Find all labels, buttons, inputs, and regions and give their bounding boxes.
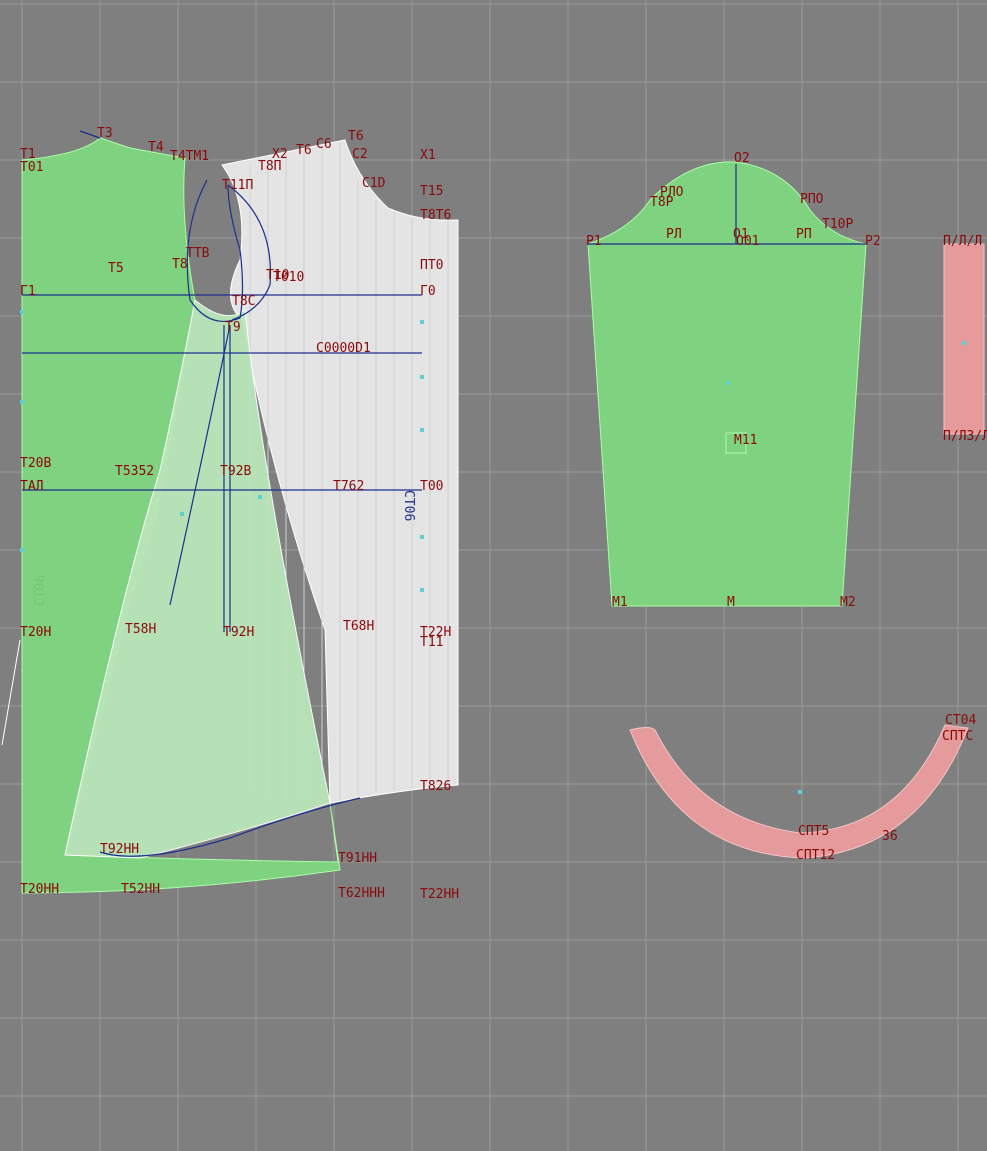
label-t92hh: T92HH (100, 842, 139, 857)
label-ct5: CПT5 (798, 824, 829, 839)
label-t6s: T6 (296, 143, 312, 158)
label-x1: X1 (420, 148, 436, 163)
label-ct12: CПT12 (796, 848, 835, 863)
label-t20b: T20B (20, 456, 51, 471)
label-t41: T4TM1 (170, 149, 209, 164)
label-c6: C6 (316, 137, 332, 152)
label-ct04: CT04 (945, 713, 976, 728)
label-t010: T010 (273, 270, 304, 285)
label-r2: P2 (865, 234, 881, 249)
label-t20hh: T20HH (20, 882, 59, 897)
label-t91hh: T91HH (338, 851, 377, 866)
label-pt0: ПТ0 (420, 258, 443, 273)
label-c2: C2 (352, 147, 368, 162)
label-t8t6: T8T6 (420, 208, 451, 223)
label-ttb: TTB (186, 246, 210, 261)
label-t6: T6 (348, 129, 364, 144)
label-m: M (727, 595, 735, 610)
label-c10: C1D (362, 176, 386, 191)
label-m2: M2 (840, 595, 856, 610)
label-t92b: T92B (220, 464, 251, 479)
label-t8c: T8C (232, 294, 255, 309)
cuff-piece[interactable] (943, 243, 985, 435)
label-g0: Г0 (420, 284, 436, 299)
label-t5: T5 (108, 261, 124, 276)
label-t92n: T92H (223, 625, 254, 640)
label-t10r: T10P (822, 217, 853, 232)
label-g1: Г1 (20, 284, 36, 299)
label-tal: TAЛ (20, 479, 43, 494)
label-rpo: PПO (800, 192, 824, 207)
label-t00: T00 (420, 479, 443, 494)
label-t62: T762 (333, 479, 364, 494)
label-tt1: T11 (420, 635, 443, 650)
label-rp: PП (796, 227, 812, 242)
label-t11p: T11П (222, 178, 253, 193)
label-t9: T9 (225, 320, 241, 335)
label-pl-bot: П/Л3/Л (943, 429, 987, 444)
label-m11: M11 (734, 433, 757, 448)
label-cpts: CПTC (942, 729, 973, 744)
label-t4: T4 (148, 140, 164, 155)
label-t20n: T20H (20, 625, 51, 640)
label-t15: T15 (420, 184, 443, 199)
label-t3: T3 (97, 126, 113, 141)
label-t58n: T58H (125, 622, 156, 637)
label-t68n: T68H (343, 619, 374, 634)
label-pl-top: П/Л/Л (943, 234, 982, 249)
label-t62hh: T62HHH (338, 886, 385, 901)
label-m1: M1 (612, 595, 628, 610)
label-r1: P1 (586, 234, 602, 249)
label-t352: T5352 (115, 464, 154, 479)
edge-line (1, 639, 21, 746)
label-t52hh: T52HH (121, 882, 160, 897)
label-t8r: T8P (650, 195, 674, 210)
label-t826: T826 (420, 779, 451, 794)
label-t01: T01 (20, 160, 43, 175)
label-o2: O2 (734, 151, 750, 166)
label-o01: O01 (736, 234, 759, 249)
pattern-canvas[interactable]: T1 T01 T3 T4 T4TM1 T5 T8 TTB T11П T8П T1… (0, 0, 987, 1151)
label-grain-back: СТ06 (401, 490, 416, 521)
label-n36: 36 (882, 829, 898, 844)
label-t22hh: T22HH (420, 887, 459, 902)
label-cond: C0000D1 (316, 341, 371, 356)
label-rl: PЛ (666, 227, 682, 242)
label-x2: X2 (272, 147, 288, 162)
label-grain-front: СТ06 (33, 575, 48, 606)
